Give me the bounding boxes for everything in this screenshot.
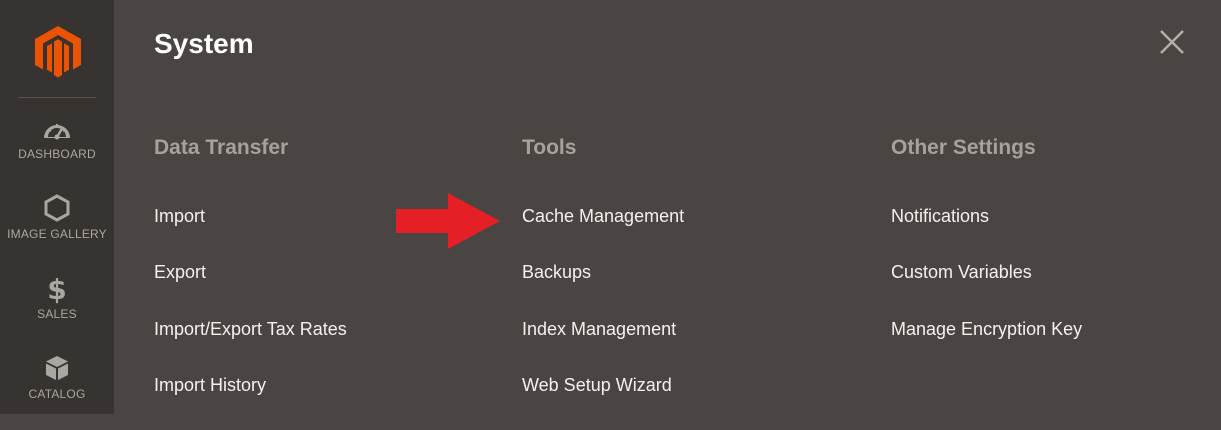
list-item: Manage Encryption Key	[891, 317, 1082, 341]
menu-link-cache-management[interactable]: Cache Management	[522, 204, 684, 228]
list-item: Export	[154, 260, 206, 284]
sidebar-item-label: IMAGE GALLERY	[7, 227, 107, 241]
menu-link-manage-encryption-key[interactable]: Manage Encryption Key	[891, 317, 1082, 341]
sidebar-item-label: CATALOG	[28, 387, 86, 401]
column-heading: Data Transfer	[154, 136, 289, 159]
menu-link-backups[interactable]: Backups	[522, 260, 591, 284]
menu-link-import[interactable]: Import	[154, 204, 205, 228]
hexagon-icon	[0, 194, 114, 222]
menu-link-notifications[interactable]: Notifications	[891, 204, 989, 228]
svg-text:$: $	[47, 273, 66, 304]
menu-link-index-management[interactable]: Index Management	[522, 317, 676, 341]
dashboard-gauge-icon	[0, 118, 114, 140]
sidebar-item-catalog[interactable]: CATALOG	[0, 350, 114, 430]
menu-link-custom-variables[interactable]: Custom Variables	[891, 260, 1032, 284]
list-item: Import/Export Tax Rates	[154, 317, 347, 341]
sidebar-item-image-gallery[interactable]: IMAGE GALLERY	[0, 190, 114, 270]
column-heading: Tools	[522, 136, 577, 159]
list-item: Backups	[522, 260, 591, 284]
admin-sidebar: DASHBOARD IMAGE GALLERY $ SALES CATALOG	[0, 0, 114, 414]
page-title: System	[154, 28, 254, 59]
list-item: Custom Variables	[891, 260, 1032, 284]
column-heading: Other Settings	[891, 136, 1036, 159]
list-item: Import History	[154, 373, 266, 397]
logo-divider	[18, 97, 96, 98]
menu-link-import-export-tax-rates[interactable]: Import/Export Tax Rates	[154, 317, 347, 341]
list-item: Index Management	[522, 317, 676, 341]
list-item: Web Setup Wizard	[522, 373, 672, 397]
sidebar-item-label: DASHBOARD	[18, 147, 96, 161]
sidebar-item-label: SALES	[37, 307, 77, 321]
menu-column-tools: Tools Cache Management Backups Index Man…	[522, 134, 684, 395]
menu-link-export[interactable]: Export	[154, 260, 206, 284]
menu-link-web-setup-wizard[interactable]: Web Setup Wizard	[522, 373, 672, 397]
list-item: Notifications	[891, 204, 989, 228]
box-icon	[0, 354, 114, 382]
close-icon[interactable]	[1158, 28, 1186, 56]
list-item: Import	[154, 204, 205, 228]
menu-column-other-settings: Other Settings Notifications Custom Vari…	[891, 134, 1082, 339]
list-item: Cache Management	[522, 204, 684, 228]
dollar-icon: $	[0, 272, 114, 304]
menu-column-data-transfer: Data Transfer Import Export Import/Expor…	[154, 134, 347, 395]
red-arrow-icon	[396, 193, 500, 249]
menu-link-import-history[interactable]: Import History	[154, 373, 266, 397]
magento-logo-icon[interactable]	[35, 26, 81, 78]
sidebar-item-dashboard[interactable]: DASHBOARD	[0, 110, 114, 190]
sidebar-item-sales[interactable]: $ SALES	[0, 270, 114, 350]
